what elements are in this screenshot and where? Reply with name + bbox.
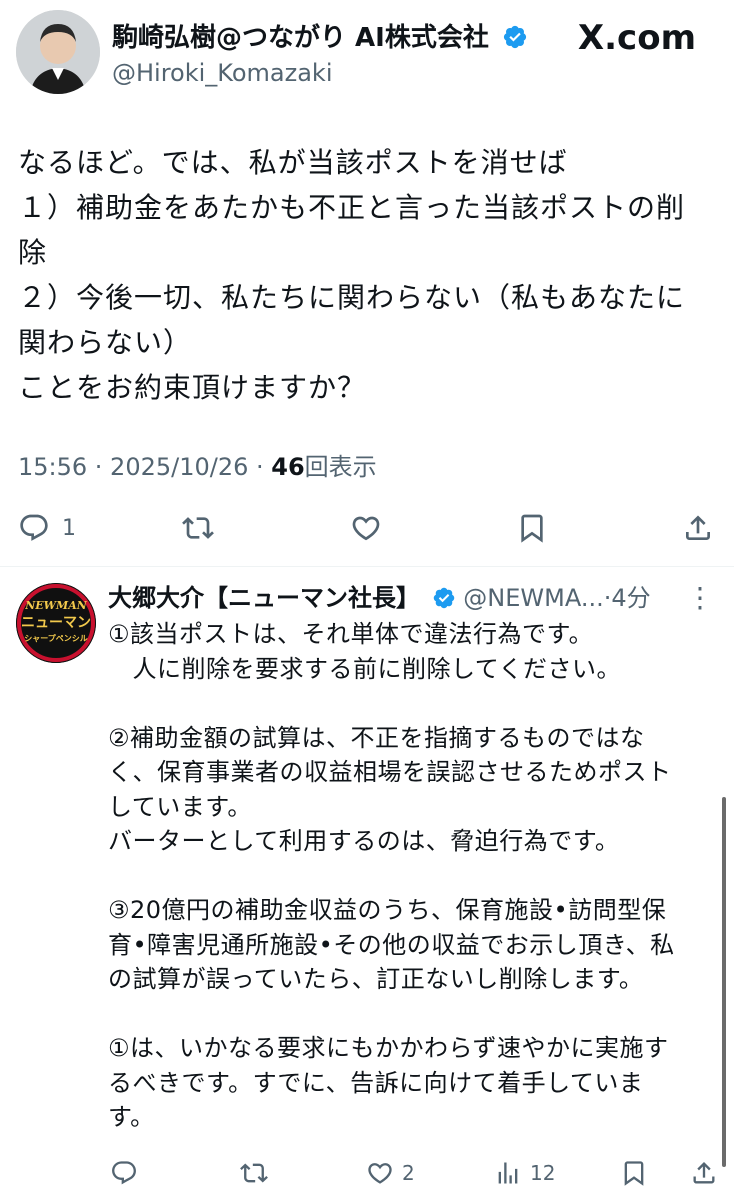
share-icon [693,1162,715,1184]
reply-share-button[interactable] [690,1155,718,1191]
views-count: 46 [271,453,305,481]
reply-header: 大郷大介【ニューマン社長】 @NEWMA...·4分 [108,581,718,615]
tweet-text: なるほど。では、私が当該ポストを消せば １）補助金をあたかも不正と言った当該ポス… [18,146,686,404]
reply-retweet-button[interactable] [240,1155,268,1191]
author-avatar[interactable] [16,10,100,94]
reply-button[interactable]: 1 [18,510,76,546]
author-name-text[interactable]: 駒崎弘樹@つながり AI株式会社 [112,23,489,53]
reply-action-bar: 2 12 [0,1155,734,1195]
reply-count: 1 [62,515,76,541]
retweet-icon [240,1163,268,1183]
tweet-meta: 15:56 · 2025/10/26 · 46回表示 [18,452,377,482]
scrollbar[interactable] [722,797,726,1167]
heart-icon [352,516,380,541]
author-handle[interactable]: @Hiroki_Komazaki [112,58,333,88]
analytics-icon [498,1162,518,1184]
reply-author-avatar[interactable]: NEWMAN ニューマン シャープペンシル [16,583,96,663]
reply-tweet: NEWMAN ニューマン シャープペンシル 大郷大介【ニューマン社長】 @NEW… [0,567,734,1200]
reply-views-button[interactable]: 12 [494,1155,555,1191]
reply-author-name[interactable]: 大郷大介【ニューマン社長】 [108,584,420,612]
verified-badge-icon [502,24,528,50]
bookmark-icon [624,1161,644,1186]
bookmark-button[interactable] [516,510,548,546]
like-count: 2 [402,1161,415,1185]
like-button[interactable] [350,510,382,546]
reply-author-handle[interactable]: @NEWMA... [463,584,603,612]
bookmark-icon [521,514,543,543]
more-options-icon[interactable]: ⋮ [686,581,714,615]
reply-text: ①該当ポストは、それ単体で違法行為です。 人に削除を要求する前に削除してください… [108,620,675,1131]
share-icon [686,515,710,540]
x-logo-watermark: X.com [577,18,696,58]
retweet-button[interactable] [182,510,214,546]
reply-reply-button[interactable] [110,1155,138,1191]
avatar-logo-bottom: シャープペンシル [24,633,88,643]
share-button[interactable] [682,510,714,546]
avatar-logo-top: NEWMAN [24,599,88,612]
views-label: 回表示 [304,453,377,481]
author-name[interactable]: 駒崎弘樹@つながり AI株式会社 [112,22,528,54]
avatar-logo-mid: ニューマン [21,615,91,631]
reply-bookmark-button[interactable] [620,1155,648,1191]
retweet-icon [182,517,214,539]
verified-badge-icon [432,585,456,609]
views-count: 12 [530,1161,556,1185]
reply-icon [112,1161,136,1185]
reply-icon [20,514,48,541]
heart-icon [368,1163,392,1184]
reply-time-ago[interactable]: ·4分 [604,584,651,612]
tweet-action-bar: 1 [0,500,734,556]
reply-like-button[interactable]: 2 [366,1155,415,1191]
main-tweet: 駒崎弘樹@つながり AI株式会社 @Hiroki_Komazaki X.com … [0,0,734,566]
tweet-timestamp[interactable]: 15:56 · 2025/10/26 · [18,453,271,481]
